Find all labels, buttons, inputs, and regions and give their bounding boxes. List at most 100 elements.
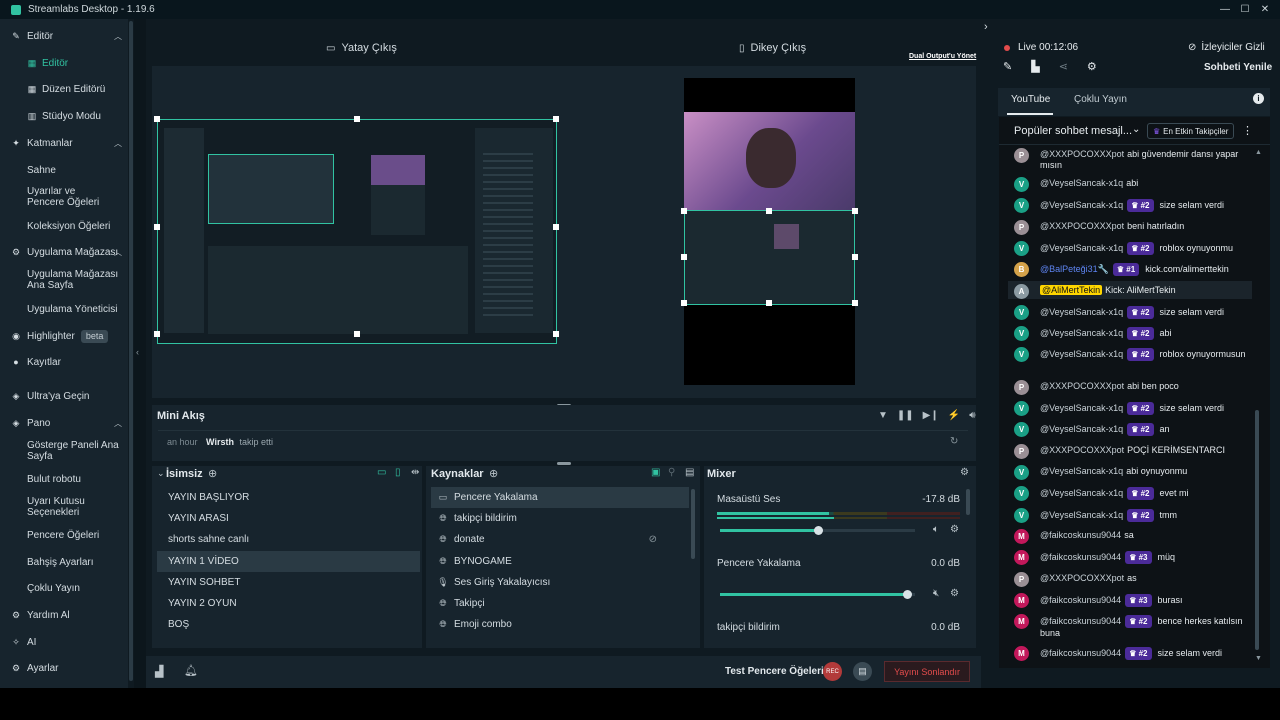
refresh-icon[interactable]: ↻ — [950, 436, 958, 447]
sidebar-item-app-store-home[interactable]: Uygulama Mağazası Ana Sayfa — [0, 269, 120, 291]
end-stream-button[interactable]: Yayını Sonlandır — [884, 661, 970, 682]
hidden-eye-icon[interactable]: ⊘ — [649, 534, 657, 545]
sidebar-section-app-store[interactable]: ⚙ Uygulama Mağazası ︿ — [0, 247, 128, 258]
transition-icon[interactable]: ⇹ — [411, 467, 419, 478]
chat-username[interactable]: @XXXPOCOXXXpot — [1040, 381, 1124, 391]
chat-username[interactable]: @VeyselSancak-x1q — [1040, 200, 1123, 210]
avatar[interactable]: V — [1014, 401, 1029, 416]
refresh-chat-button[interactable]: Sohbeti Yenile — [1204, 62, 1272, 73]
chat-username[interactable]: @XXXPOCOXXXpot — [1040, 573, 1124, 583]
resize-handle[interactable] — [557, 462, 571, 465]
record-button[interactable]: REC — [823, 662, 842, 681]
avatar[interactable]: V — [1014, 508, 1029, 523]
vertical-preview-canvas[interactable] — [684, 78, 855, 385]
test-window-items-button[interactable]: Test Pencere Öğeleri — [725, 666, 824, 677]
sidebar-item-ai[interactable]: ✧ AI — [0, 637, 128, 648]
more-options-icon[interactable]: ⋮ — [1242, 124, 1253, 137]
avatar[interactable]: A — [1014, 284, 1029, 299]
sidebar-item-ultra[interactable]: ◈ Ultra'ya Geçin — [0, 391, 128, 402]
performance-icon[interactable]: ▟ — [155, 665, 163, 678]
chat-username[interactable]: @faikcoskunsu9044 — [1040, 552, 1121, 562]
vertical-display-icon[interactable]: ▯ — [395, 467, 401, 478]
chat-username[interactable]: @VeyselSancak-x1q — [1040, 307, 1123, 317]
sidebar-item-collection[interactable]: Koleksiyon Öğeleri — [0, 221, 128, 232]
avatar[interactable]: V — [1014, 486, 1029, 501]
avatar[interactable]: V — [1014, 465, 1029, 480]
chat-username[interactable]: @VeyselSancak-x1q — [1040, 349, 1123, 359]
chat-username[interactable]: @VeyselSancak-x1q — [1040, 510, 1123, 520]
sidebar-item-multistream[interactable]: Çoklu Yayın — [0, 583, 128, 594]
skip-icon[interactable]: ▶❙ — [923, 410, 939, 421]
sidebar-item-scene[interactable]: Sahne — [0, 165, 128, 176]
sidebar-item-layout-editor[interactable]: ▦ Düzen Editörü — [0, 84, 128, 95]
sidebar-item-tip-settings[interactable]: Bahşiş Ayarları — [0, 557, 128, 568]
chat-username[interactable]: @AliMertTekin — [1040, 285, 1103, 295]
source-item[interactable]: 🌐︎ BYNOGAME — [431, 551, 689, 572]
avatar[interactable]: M — [1014, 646, 1029, 661]
avatar[interactable]: P — [1014, 444, 1029, 459]
scene-collection-title[interactable]: İsimsiz — [166, 468, 203, 480]
avatar[interactable]: M — [1014, 614, 1029, 629]
sidebar-item-alerts-window[interactable]: Uyarılar ve Pencere Öğeleri — [0, 186, 115, 208]
avatar[interactable]: V — [1014, 422, 1029, 437]
collapse-left-icon[interactable]: ‹ — [136, 347, 139, 357]
add-source-icon[interactable]: ⊕ — [489, 467, 498, 480]
source-item[interactable]: 🌐︎ donate ⊘ — [431, 529, 689, 550]
filter-icon[interactable]: ▼ — [878, 410, 888, 421]
sources-scrollbar[interactable] — [691, 489, 695, 559]
sidebar-item-dashboard-home[interactable]: Gösterge Paneli Ana Sayfa — [0, 440, 120, 462]
chat-username[interactable]: @VeyselSancak-x1q — [1040, 466, 1123, 476]
sidebar-section-editor[interactable]: ✎ Editör ︿ — [0, 31, 128, 42]
sidebar-item-highlighter[interactable]: ◉ Highlighter beta — [0, 330, 128, 343]
channel-gear-icon[interactable]: ⚙ — [950, 524, 959, 535]
avatar[interactable]: P — [1014, 380, 1029, 395]
chat-username[interactable]: @faikcoskunsu9044 — [1040, 616, 1121, 626]
scene-item-selected[interactable]: YAYIN 1 VİDEO — [157, 551, 420, 572]
maximize-button[interactable]: ☐ — [1235, 0, 1255, 19]
chat-username[interactable]: @XXXPOCOXXXpot — [1040, 221, 1124, 231]
avatar[interactable]: V — [1014, 177, 1029, 192]
avatar[interactable]: P — [1014, 572, 1029, 587]
sidebar-section-dashboard[interactable]: ◈ Pano ︿ — [0, 418, 128, 429]
edit-pencil-icon[interactable]: ✎ — [1003, 60, 1012, 73]
chat-username[interactable]: @VeyselSancak-x1q — [1040, 328, 1123, 338]
sidebar-item-app-manager[interactable]: Uygulama Yöneticisi — [0, 304, 128, 315]
chat-username[interactable]: @VeyselSancak-x1q — [1040, 243, 1123, 253]
schedule-icon[interactable]: ▤ — [853, 662, 872, 681]
source-display-icon[interactable]: ▣ — [651, 467, 660, 478]
scene-item[interactable]: YAYIN BAŞLIYOR — [157, 487, 420, 508]
volume-slider[interactable] — [720, 526, 915, 535]
mute-icon[interactable]: 🔈︎ — [933, 524, 939, 535]
scene-item[interactable]: BOŞ — [157, 614, 420, 635]
avatar[interactable]: P — [1014, 148, 1029, 163]
notification-bell-icon[interactable]: 🔔︎ — [184, 664, 198, 677]
avatar[interactable]: M — [1014, 593, 1029, 608]
volume-slider[interactable] — [720, 590, 915, 599]
avatar[interactable]: V — [1014, 198, 1029, 213]
source-item-selected[interactable]: ▭ Pencere Yakalama — [431, 487, 689, 508]
pause-icon[interactable]: ❚❚ — [897, 410, 914, 421]
volume-icon[interactable]: 🔊︎ — [969, 410, 975, 421]
chevron-down-icon[interactable]: ⌄ — [1132, 124, 1140, 135]
sidebar-item-editor[interactable]: ▦ Editör — [0, 58, 128, 69]
chat-scrollbar[interactable] — [1255, 410, 1259, 650]
viewers-hidden-toggle[interactable]: ⊘ İzleyiciler Gizli — [1188, 42, 1265, 53]
scroll-up-icon[interactable]: ▲ — [1255, 149, 1262, 156]
mixer-scrollbar[interactable] — [966, 489, 970, 515]
chat-username[interactable]: @BalPeteği31🔧 — [1040, 264, 1109, 274]
source-item[interactable]: 🌐︎ Emoji combo — [431, 614, 689, 635]
minimize-button[interactable]: — — [1215, 0, 1235, 19]
chat-username[interactable]: @XXXPOCOXXXpot — [1040, 445, 1124, 455]
mixer-settings-gear-icon[interactable]: ⚙ — [960, 467, 969, 478]
sidebar-item-alertbox[interactable]: Uyarı Kutusu Seçenekleri — [0, 496, 105, 518]
chat-username[interactable]: @XXXPOCOXXXpot — [1040, 149, 1124, 159]
avatar[interactable]: P — [1014, 220, 1029, 235]
source-item[interactable]: 🌐︎ takipçi bildirim — [431, 508, 689, 529]
chat-username[interactable]: @faikcoskunsu9044 — [1040, 595, 1121, 605]
tab-multistream[interactable]: Çoklu Yayın — [1074, 94, 1127, 105]
scene-item[interactable]: YAYIN SOHBET — [157, 572, 420, 593]
mute-alerts-icon[interactable]: ⚡ — [948, 410, 960, 421]
sidebar-item-recordings[interactable]: ● Kayıtlar — [0, 357, 128, 368]
studio-icon[interactable]: ▙ — [1031, 60, 1039, 73]
manage-dual-output-link[interactable]: Dual Output'u Yönet — [909, 53, 976, 60]
